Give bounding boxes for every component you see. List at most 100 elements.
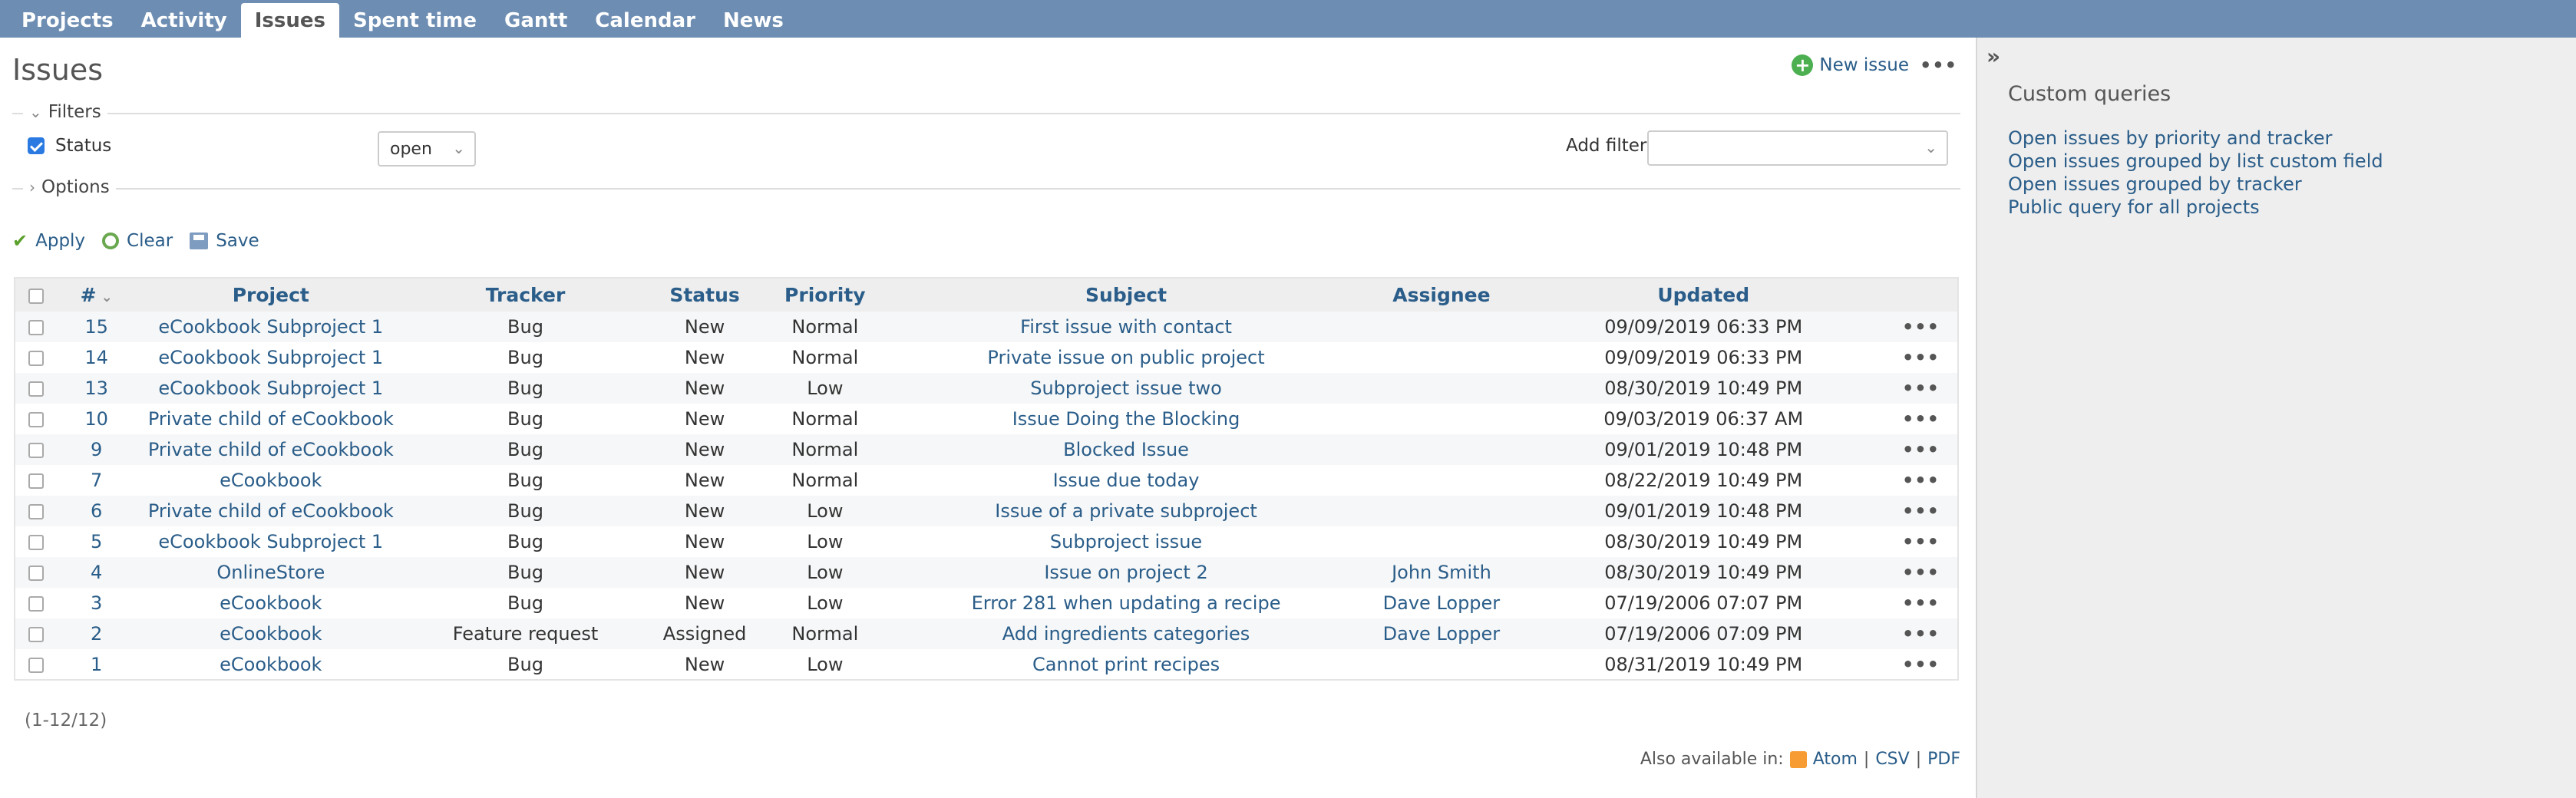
- table-row[interactable]: 3 eCookbook Bug New Low Error 281 when updati…: [15, 588, 1958, 618]
- menu-projects[interactable]: Projects: [8, 3, 127, 38]
- column-priority-header[interactable]: Priority: [764, 278, 886, 312]
- row-context-menu-icon[interactable]: •••: [1902, 316, 1940, 338]
- status-operator-select[interactable]: open ⌄: [378, 131, 476, 167]
- project-link[interactable]: eCookbook Subproject 1: [158, 316, 383, 338]
- pdf-link[interactable]: PDF: [1927, 750, 1960, 769]
- row-context-menu-icon[interactable]: •••: [1902, 500, 1940, 522]
- row-checkbox[interactable]: [28, 596, 45, 612]
- new-issue-button[interactable]: + New issue: [1792, 54, 1909, 76]
- select-all-checkbox[interactable]: [28, 289, 45, 304]
- collapse-sidebar-icon[interactable]: »: [1986, 44, 2000, 69]
- custom-query-link[interactable]: Open issues grouped by tracker: [2008, 173, 2302, 195]
- table-row[interactable]: 4 OnlineStore Bug New Low Issue on project 2 J…: [15, 557, 1958, 588]
- issue-id-link[interactable]: 13: [84, 378, 108, 399]
- table-row[interactable]: 6 Private child of eCookbook Bug New Low Issu…: [15, 496, 1958, 526]
- column-tracker-header[interactable]: Tracker: [405, 278, 646, 312]
- column-status-header[interactable]: Status: [645, 278, 765, 312]
- issue-id-link[interactable]: 2: [91, 623, 102, 645]
- add-filter-select[interactable]: ⌄: [1647, 130, 1948, 166]
- subject-link[interactable]: Subproject issue: [1050, 531, 1202, 552]
- row-checkbox[interactable]: [28, 443, 45, 458]
- csv-link[interactable]: CSV: [1875, 750, 1909, 769]
- menu-news[interactable]: News: [709, 3, 798, 38]
- table-row[interactable]: 13 eCookbook Subproject 1 Bug New Low Subproj…: [15, 373, 1958, 404]
- row-context-menu-icon[interactable]: •••: [1902, 562, 1940, 583]
- column-id-header[interactable]: # ⌄: [57, 278, 136, 312]
- column-updated-header[interactable]: Updated: [1522, 278, 1884, 312]
- subject-link[interactable]: Issue Doing the Blocking: [1012, 408, 1240, 430]
- project-link[interactable]: eCookbook Subproject 1: [158, 378, 383, 399]
- row-context-menu-icon[interactable]: •••: [1902, 408, 1940, 430]
- row-context-menu-icon[interactable]: •••: [1902, 347, 1940, 368]
- table-row[interactable]: 10 Private child of eCookbook Bug New Normal…: [15, 404, 1958, 434]
- issue-id-link[interactable]: 6: [91, 500, 102, 522]
- row-checkbox[interactable]: [28, 473, 45, 489]
- row-checkbox[interactable]: [28, 381, 45, 397]
- assignee-link[interactable]: John Smith: [1392, 562, 1491, 583]
- table-row[interactable]: 2 eCookbook Feature request Assigned Normal A…: [15, 618, 1958, 649]
- row-context-menu-icon[interactable]: •••: [1902, 439, 1940, 460]
- column-assignee-header[interactable]: Assignee: [1360, 278, 1523, 312]
- more-actions-icon[interactable]: •••: [1920, 54, 1957, 76]
- issue-id-link[interactable]: 10: [84, 408, 108, 430]
- menu-activity[interactable]: Activity: [127, 3, 241, 38]
- issue-id-link[interactable]: 5: [91, 531, 102, 552]
- menu-spent-time[interactable]: Spent time: [339, 3, 490, 38]
- row-checkbox[interactable]: [28, 320, 45, 335]
- row-context-menu-icon[interactable]: •••: [1902, 654, 1940, 675]
- row-context-menu-icon[interactable]: •••: [1902, 470, 1940, 491]
- status-filter-checkbox[interactable]: [28, 137, 45, 154]
- custom-query-link[interactable]: Public query for all projects: [2008, 196, 2260, 218]
- row-checkbox[interactable]: [28, 535, 45, 550]
- row-context-menu-icon[interactable]: •••: [1902, 378, 1940, 399]
- project-link[interactable]: Private child of eCookbook: [148, 500, 394, 522]
- project-link[interactable]: OnlineStore: [216, 562, 325, 583]
- subject-link[interactable]: Blocked Issue: [1063, 439, 1189, 460]
- issue-id-link[interactable]: 7: [91, 470, 102, 491]
- project-link[interactable]: eCookbook: [220, 623, 322, 645]
- row-checkbox[interactable]: [28, 351, 45, 366]
- save-button[interactable]: Save: [190, 231, 259, 251]
- table-row[interactable]: 9 Private child of eCookbook Bug New Normal B…: [15, 434, 1958, 465]
- column-project-header[interactable]: Project: [135, 278, 406, 312]
- apply-button[interactable]: ✔ Apply: [12, 230, 85, 252]
- menu-calendar[interactable]: Calendar: [581, 3, 709, 38]
- project-link[interactable]: eCookbook Subproject 1: [158, 531, 383, 552]
- project-link[interactable]: eCookbook: [220, 654, 322, 675]
- issue-id-link[interactable]: 9: [91, 439, 102, 460]
- menu-issues[interactable]: Issues: [240, 3, 339, 38]
- filters-legend[interactable]: ⌄ Filters: [23, 102, 107, 122]
- subject-link[interactable]: Cannot print recipes: [1032, 654, 1220, 675]
- column-subject-header[interactable]: Subject: [885, 278, 1361, 312]
- row-context-menu-icon[interactable]: •••: [1902, 623, 1940, 645]
- project-link[interactable]: eCookbook Subproject 1: [158, 347, 383, 368]
- atom-link[interactable]: Atom: [1813, 750, 1858, 769]
- subject-link[interactable]: Issue due today: [1053, 470, 1200, 491]
- row-context-menu-icon[interactable]: •••: [1902, 531, 1940, 552]
- subject-link[interactable]: Error 281 when updating a recipe: [972, 592, 1281, 614]
- assignee-link[interactable]: Dave Lopper: [1383, 623, 1501, 645]
- clear-button[interactable]: Clear: [102, 231, 173, 251]
- row-checkbox[interactable]: [28, 627, 45, 642]
- assignee-link[interactable]: Dave Lopper: [1383, 592, 1501, 614]
- project-link[interactable]: eCookbook: [220, 470, 322, 491]
- issue-id-link[interactable]: 3: [91, 592, 102, 614]
- subject-link[interactable]: Subproject issue two: [1030, 378, 1222, 399]
- issue-id-link[interactable]: 14: [84, 347, 108, 368]
- row-checkbox[interactable]: [28, 412, 45, 427]
- custom-query-link[interactable]: Open issues grouped by list custom field: [2008, 150, 2383, 172]
- issue-id-link[interactable]: 4: [91, 562, 102, 583]
- row-context-menu-icon[interactable]: •••: [1902, 592, 1940, 614]
- menu-gantt[interactable]: Gantt: [490, 3, 581, 38]
- row-checkbox[interactable]: [28, 504, 45, 519]
- row-checkbox[interactable]: [28, 657, 45, 673]
- project-link[interactable]: eCookbook: [220, 592, 322, 614]
- subject-link[interactable]: Add ingredients categories: [1002, 623, 1250, 645]
- table-row[interactable]: 14 eCookbook Subproject 1 Bug New Normal Priv…: [15, 342, 1958, 373]
- project-link[interactable]: Private child of eCookbook: [148, 408, 394, 430]
- row-checkbox[interactable]: [28, 566, 45, 581]
- project-link[interactable]: Private child of eCookbook: [148, 439, 394, 460]
- table-row[interactable]: 7 eCookbook Bug New Normal Issue due today 08/…: [15, 465, 1958, 496]
- subject-link[interactable]: Issue on project 2: [1044, 562, 1207, 583]
- table-row[interactable]: 15 eCookbook Subproject 1 Bug New Normal Firs…: [15, 312, 1958, 342]
